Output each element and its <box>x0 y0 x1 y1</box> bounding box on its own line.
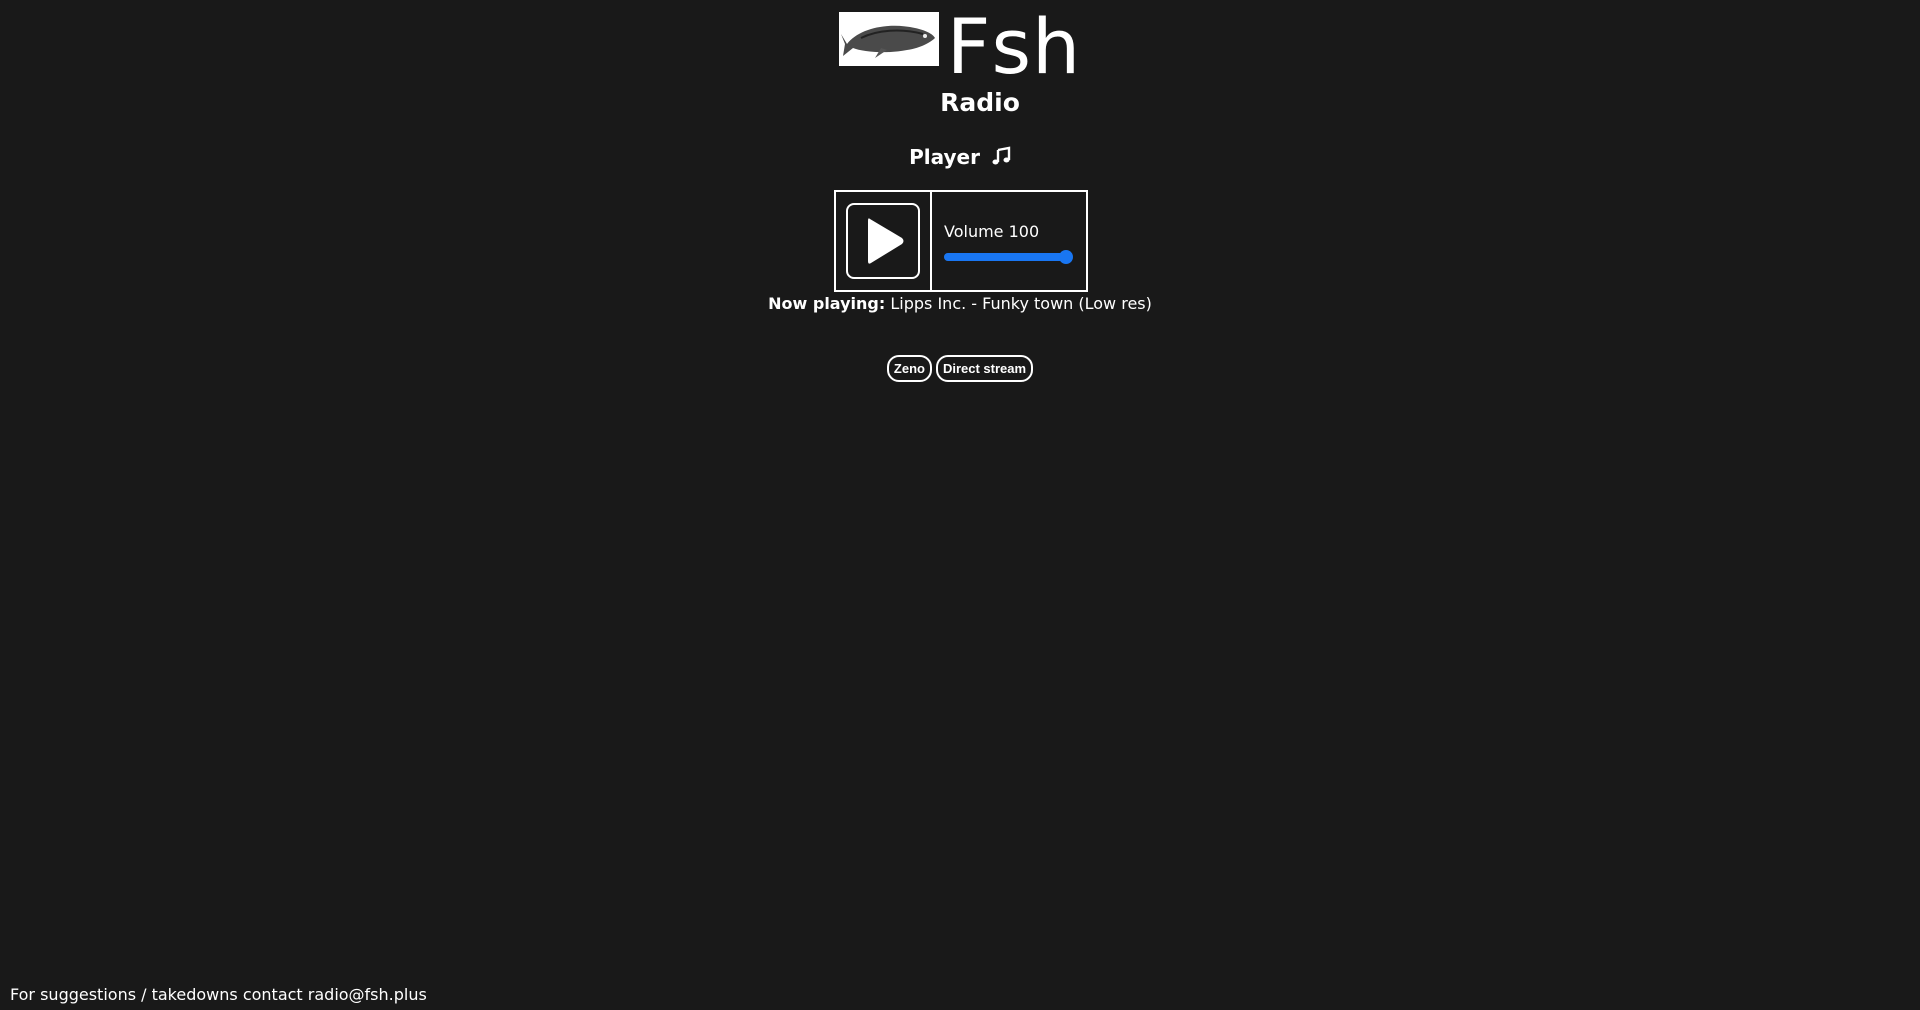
zeno-button[interactable]: Zeno <box>886 355 932 382</box>
brand-subtitle: Radio <box>940 88 1020 117</box>
fish-icon <box>838 12 939 66</box>
footer-contact: For suggestions / takedowns contact radi… <box>10 985 427 1004</box>
volume-control: Volume 100 <box>932 192 1086 290</box>
now-playing: Now playing: Lipps Inc. - Funky town (Lo… <box>0 294 1920 313</box>
play-icon <box>868 218 904 264</box>
header: Fsh Radio <box>0 0 1920 117</box>
player-box: Volume 100 <box>834 190 1088 292</box>
now-playing-label: Now playing: <box>768 294 886 313</box>
stream-links: Zeno Direct stream <box>0 355 1920 382</box>
brand: Fsh <box>0 2 1920 91</box>
brand-name: Fsh <box>946 2 1082 91</box>
player-title: Player <box>0 145 1920 171</box>
now-playing-track: Lipps Inc. - Funky town (Low res) <box>890 294 1152 313</box>
volume-slider-fill <box>944 253 1066 261</box>
volume-slider-thumb[interactable] <box>1059 250 1073 264</box>
volume-slider[interactable] <box>944 250 1073 264</box>
player-title-label: Player <box>909 145 980 169</box>
direct-stream-button[interactable]: Direct stream <box>935 355 1034 382</box>
play-cell <box>836 192 932 290</box>
play-button[interactable] <box>846 203 920 279</box>
page: Fsh Radio Player Volume 100 Now playing:… <box>0 0 1920 1010</box>
music-note-icon <box>991 146 1011 171</box>
volume-label: Volume 100 <box>944 222 1040 241</box>
